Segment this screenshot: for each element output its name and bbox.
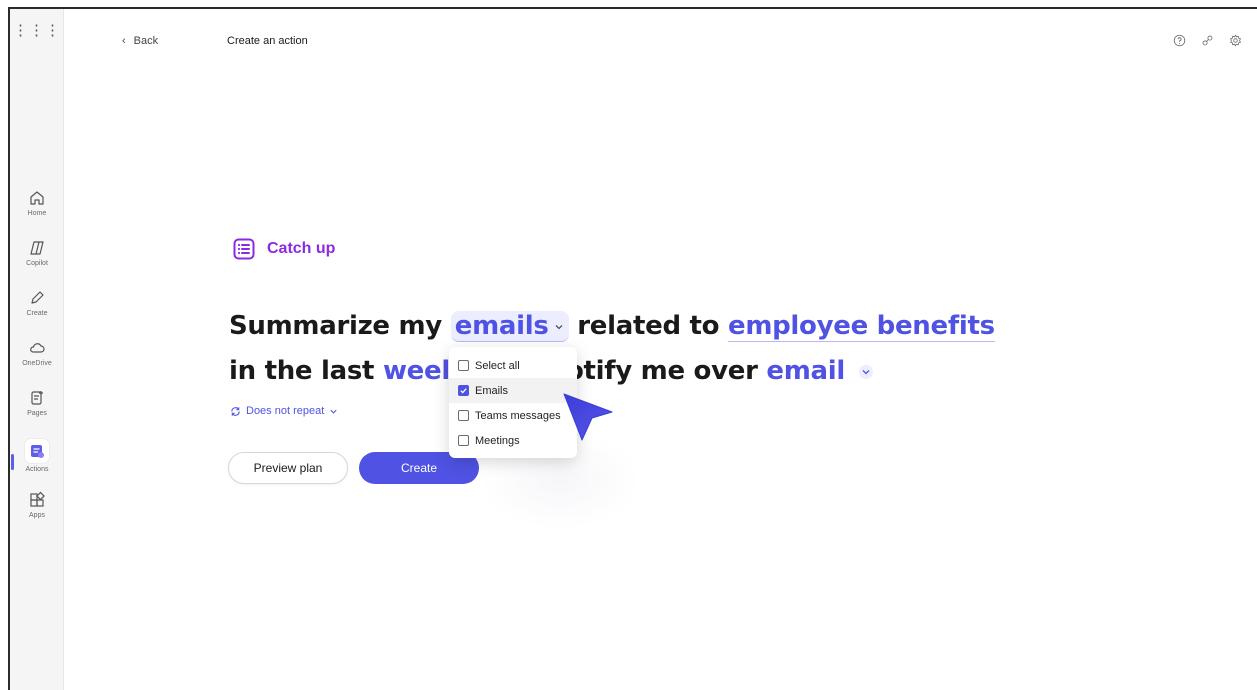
option-select-all[interactable]: Select all — [449, 353, 577, 378]
rail-label-copilot: Copilot — [26, 260, 48, 267]
source-dropdown: Select all Emails Teams messages Meeting… — [449, 347, 577, 458]
repeat-icon — [231, 406, 240, 416]
rail-label-apps: Apps — [29, 512, 45, 519]
rail-item-pages[interactable]: Pages — [10, 389, 64, 433]
repeat-label: Does not repeat — [246, 405, 325, 417]
option-emails[interactable]: Emails — [449, 378, 577, 403]
back-label: Back — [133, 35, 159, 47]
cloud-icon — [30, 343, 45, 353]
rail-label-onedrive: OneDrive — [22, 360, 52, 367]
checklist-icon — [233, 238, 255, 260]
prompt-text: in the last — [229, 356, 375, 386]
option-label: Meetings — [475, 434, 520, 447]
prompt-line-1: Summarize my emails related to employee … — [229, 311, 995, 342]
rail-item-create[interactable]: Create — [10, 289, 64, 333]
prompt-text: Summarize my — [229, 311, 442, 341]
left-rail: ⋮⋮⋮ Home Copilot Create OneDrive Pages A… — [10, 9, 64, 690]
source-token[interactable]: emails — [450, 311, 569, 342]
back-button[interactable]: ‹ Back — [122, 35, 158, 47]
source-token-label: emails — [454, 311, 549, 341]
prompt-text: related to — [577, 311, 720, 341]
category-label: Catch up — [267, 240, 336, 257]
copilot-icon — [30, 241, 44, 255]
rail-label-create: Create — [26, 310, 48, 317]
option-label: Teams messages — [475, 409, 561, 422]
actions-icon-box — [25, 439, 49, 463]
prompt-text: otify me over — [565, 356, 758, 386]
option-teams-messages[interactable]: Teams messages — [449, 403, 577, 428]
option-label: Select all — [475, 359, 520, 372]
cursor-pointer-icon — [563, 393, 613, 441]
chevron-down-icon — [555, 324, 562, 329]
chevron-down-circle-icon[interactable] — [858, 364, 874, 380]
home-icon — [30, 191, 44, 205]
app-launcher-icon[interactable]: ⋮⋮⋮ — [10, 21, 64, 39]
top-toolbar — [1171, 32, 1243, 48]
channel-token[interactable]: email — [766, 356, 845, 386]
rail-item-apps[interactable]: Apps — [10, 491, 64, 535]
help-icon[interactable] — [1171, 32, 1187, 48]
option-meetings[interactable]: Meetings — [449, 428, 577, 453]
rail-item-onedrive[interactable]: OneDrive — [10, 339, 64, 383]
action-category: Catch up — [233, 238, 335, 260]
repeat-selector[interactable]: Does not repeat — [230, 405, 338, 417]
check-icon — [460, 388, 467, 394]
rail-label-actions: Actions — [25, 466, 49, 473]
checkbox-unchecked — [458, 360, 469, 371]
settings-icon[interactable] — [1227, 32, 1243, 48]
pages-icon — [31, 391, 43, 405]
rail-label-home: Home — [27, 210, 47, 217]
rail-item-home[interactable]: Home — [10, 189, 64, 233]
checkbox-unchecked — [458, 435, 469, 446]
rail-label-pages: Pages — [27, 410, 47, 417]
share-icon[interactable] — [1199, 32, 1215, 48]
app-frame — [8, 7, 1257, 690]
option-label: Emails — [475, 384, 509, 397]
rail-item-actions[interactable]: Actions — [10, 439, 64, 483]
preview-plan-button[interactable]: Preview plan — [228, 452, 348, 484]
rail-item-copilot[interactable]: Copilot — [10, 239, 64, 283]
checkbox-checked — [458, 385, 469, 396]
pencil-icon — [31, 291, 44, 304]
topic-token[interactable]: employee benefits — [727, 311, 995, 342]
apps-icon — [30, 491, 45, 507]
page-title: Create an action — [227, 35, 308, 47]
chevron-left-icon: ‹ — [122, 35, 126, 47]
chevron-down-icon — [330, 409, 337, 414]
period-token[interactable]: weel — [383, 356, 450, 386]
actions-icon — [31, 445, 44, 458]
checkbox-unchecked — [458, 410, 469, 421]
